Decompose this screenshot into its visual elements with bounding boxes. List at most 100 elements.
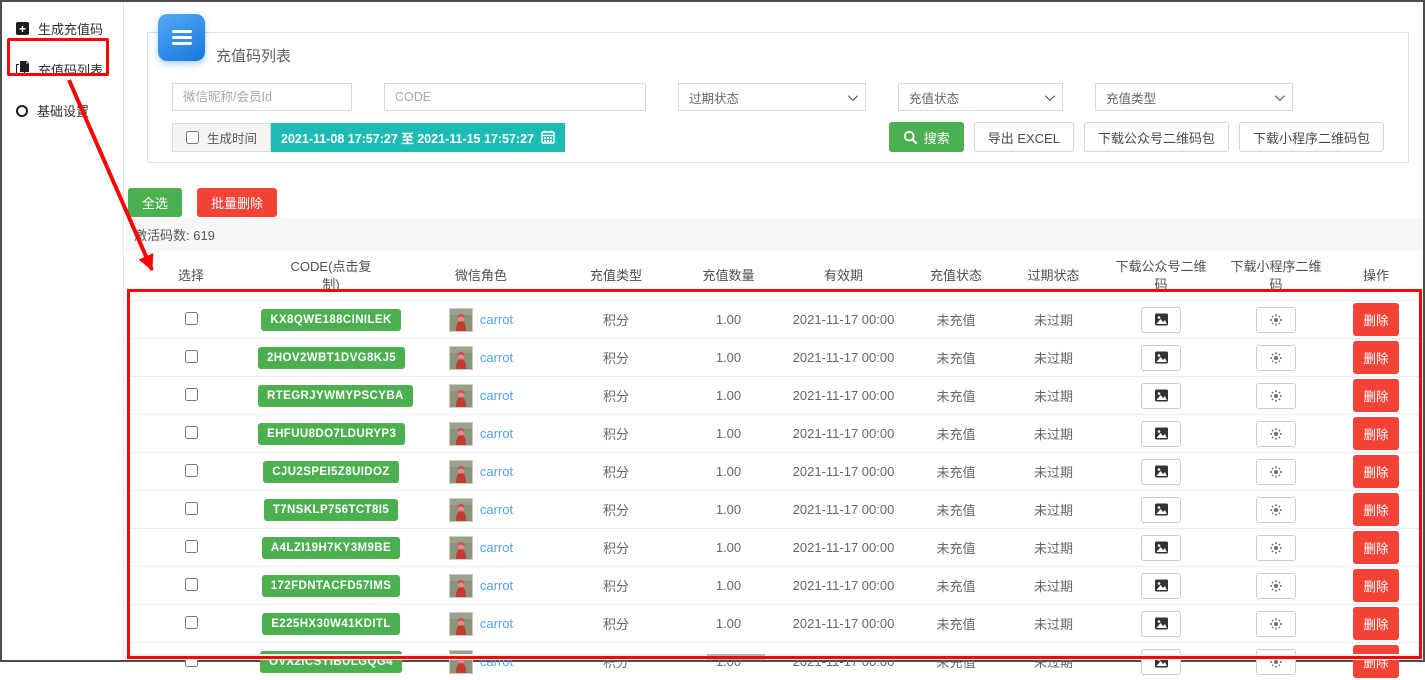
download-official-qr-button[interactable] xyxy=(1141,611,1181,637)
amount-cell: 1.00 xyxy=(676,567,781,605)
menu-button[interactable] xyxy=(158,14,205,61)
batch-delete-button[interactable]: 批量删除 xyxy=(197,188,277,217)
code-badge[interactable]: EHFUU8DO7LDURYP3 xyxy=(258,423,405,445)
recharge-type-select[interactable]: 充值类型 xyxy=(1095,83,1293,111)
row-checkbox[interactable] xyxy=(185,540,198,553)
code-input[interactable] xyxy=(384,83,646,111)
download-official-qr-button[interactable] xyxy=(1141,345,1181,371)
recharge-type-cell: 积分 xyxy=(556,605,676,643)
row-checkbox[interactable] xyxy=(185,350,198,363)
col-header-recharge-type: 充值类型 xyxy=(556,251,676,301)
mini-program-qr-icon xyxy=(1269,617,1283,631)
select-all-button[interactable]: 全选 xyxy=(128,188,182,217)
delete-button[interactable]: 删除 xyxy=(1353,455,1398,488)
download-official-qr-button[interactable] xyxy=(1141,573,1181,599)
delete-button[interactable]: 删除 xyxy=(1353,607,1398,640)
delete-button[interactable]: 删除 xyxy=(1353,417,1398,450)
download-mini-qr-button[interactable] xyxy=(1256,535,1296,561)
nickname-input[interactable] xyxy=(172,83,352,111)
avatar xyxy=(449,460,473,484)
download-official-qr-button[interactable] xyxy=(1141,459,1181,485)
recharge-status-cell: 未充值 xyxy=(906,415,1006,453)
table-row: T7NSKLP756TCT8I5 carrot 积分 1.00 2021-11-… xyxy=(126,491,1421,529)
row-checkbox[interactable] xyxy=(185,464,198,477)
download-official-qr-button[interactable] xyxy=(1141,497,1181,523)
delete-button[interactable]: 删除 xyxy=(1353,493,1398,526)
recharge-status-cell: 未充值 xyxy=(906,567,1006,605)
download-mini-qr-button[interactable] xyxy=(1256,497,1296,523)
sidebar-item-code-list[interactable]: 充值码列表 xyxy=(2,49,123,90)
row-checkbox[interactable] xyxy=(185,616,198,629)
wechat-user-link[interactable]: carrot xyxy=(480,502,513,517)
horizontal-scrollbar[interactable] xyxy=(125,654,1423,660)
row-checkbox[interactable] xyxy=(185,426,198,439)
expire-status-cell: 未过期 xyxy=(1006,377,1101,415)
code-badge[interactable]: A4LZI19H7KY3M9BE xyxy=(262,537,400,559)
amount-cell: 1.00 xyxy=(676,377,781,415)
date-range-picker[interactable]: 2021-11-08 17:57:27 至 2021-11-15 17:57:2… xyxy=(271,123,565,152)
delete-button[interactable]: 删除 xyxy=(1353,303,1398,336)
amount-cell: 1.00 xyxy=(676,339,781,377)
recharge-status-cell: 未充值 xyxy=(906,377,1006,415)
delete-button[interactable]: 删除 xyxy=(1353,531,1398,564)
amount-cell: 1.00 xyxy=(676,605,781,643)
download-official-qr-button[interactable] xyxy=(1141,383,1181,409)
sidebar-item-basic-settings[interactable]: 基础设置 xyxy=(2,90,123,131)
row-checkbox[interactable] xyxy=(185,502,198,515)
wechat-user-link[interactable]: carrot xyxy=(480,350,513,365)
generate-time-checkbox[interactable] xyxy=(186,131,199,144)
download-mini-qr-button[interactable] xyxy=(1256,611,1296,637)
expire-status-select[interactable]: 过期状态 xyxy=(678,83,866,111)
code-badge[interactable]: T7NSKLP756TCT8I5 xyxy=(264,499,398,521)
download-official-qr-button[interactable] xyxy=(1141,307,1181,333)
delete-button[interactable]: 删除 xyxy=(1353,341,1398,374)
image-icon xyxy=(1154,350,1169,365)
download-mini-qr-button[interactable] xyxy=(1256,573,1296,599)
download-mini-qr-button[interactable] xyxy=(1256,421,1296,447)
sidebar-item-generate-code[interactable]: + 生成充值码 xyxy=(2,8,123,49)
wechat-user-link[interactable]: carrot xyxy=(480,464,513,479)
wechat-user-link[interactable]: carrot xyxy=(480,540,513,555)
wechat-user-link[interactable]: carrot xyxy=(480,388,513,403)
filter-card: 充值码列表 过期状态 充值状态 充值类型 生成时间 2021 xyxy=(147,32,1409,163)
download-mini-qr-button[interactable] xyxy=(1256,383,1296,409)
download-official-qr-button[interactable] xyxy=(1141,421,1181,447)
export-excel-button[interactable]: 导出 EXCEL xyxy=(974,122,1074,152)
col-header-actions: 操作 xyxy=(1331,251,1421,301)
download-official-qr-pack-button[interactable]: 下载公众号二维码包 xyxy=(1084,122,1229,152)
recharge-status-cell: 未充值 xyxy=(906,339,1006,377)
col-header-amount: 充值数量 xyxy=(676,251,781,301)
expire-status-cell: 未过期 xyxy=(1006,339,1101,377)
expire-status-cell: 未过期 xyxy=(1006,643,1101,680)
delete-button[interactable]: 删除 xyxy=(1353,569,1398,602)
row-checkbox[interactable] xyxy=(185,388,198,401)
calendar-icon xyxy=(541,130,555,144)
code-badge[interactable]: KX8QWE188CINILEK xyxy=(261,309,400,331)
wechat-user-link[interactable]: carrot xyxy=(480,312,513,327)
download-mini-qr-button[interactable] xyxy=(1256,345,1296,371)
wechat-user-link[interactable]: carrot xyxy=(480,578,513,593)
wechat-user-link[interactable]: carrot xyxy=(480,426,513,441)
recharge-status-select[interactable]: 充值状态 xyxy=(898,83,1063,111)
download-mini-qr-pack-button[interactable]: 下载小程序二维码包 xyxy=(1239,122,1384,152)
code-badge[interactable]: CJU2SPEI5Z8UIDOZ xyxy=(263,461,399,483)
download-official-qr-button[interactable] xyxy=(1141,535,1181,561)
recharge-type-cell: 积分 xyxy=(556,301,676,339)
amount-cell: 1.00 xyxy=(676,301,781,339)
sidebar-item-label: 生成充值码 xyxy=(38,19,103,38)
download-mini-qr-button[interactable] xyxy=(1256,459,1296,485)
copy-icon xyxy=(16,61,29,78)
code-badge[interactable]: RTEGRJYWMYPSCYBA xyxy=(258,385,413,407)
row-checkbox[interactable] xyxy=(185,312,198,325)
activation-code-count: 激活码数: 619 xyxy=(126,218,1423,251)
scrollbar-thumb[interactable] xyxy=(707,654,765,660)
wechat-user-link[interactable]: carrot xyxy=(480,616,513,631)
code-badge[interactable]: E225HX30W41KDITL xyxy=(262,613,400,635)
code-badge[interactable]: 2HOV2WBT1DVG8KJ5 xyxy=(258,347,405,369)
code-badge[interactable]: 172FDNTACFD57IMS xyxy=(262,575,401,597)
download-mini-qr-button[interactable] xyxy=(1256,307,1296,333)
search-button[interactable]: 搜索 xyxy=(889,122,964,152)
delete-button[interactable]: 删除 xyxy=(1353,379,1398,412)
row-checkbox[interactable] xyxy=(185,578,198,591)
filter-actions-row: 生成时间 2021-11-08 17:57:27 至 2021-11-15 17… xyxy=(172,122,1384,152)
